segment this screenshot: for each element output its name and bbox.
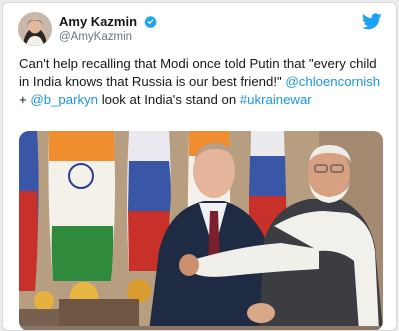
verified-badge-icon xyxy=(143,15,157,28)
tweet-text: Can't help recalling that Modi once told… xyxy=(19,55,387,109)
author-avatar[interactable] xyxy=(18,12,52,46)
tweet-card[interactable]: Amy Kazmin @AmyKazmin Can't help recalli… xyxy=(2,2,397,331)
tweet-body-continued: look at India's stand on xyxy=(101,92,237,107)
author-name[interactable]: Amy Kazmin xyxy=(59,14,157,29)
author-name-text[interactable]: Amy Kazmin xyxy=(59,14,137,29)
twitter-bird-icon[interactable] xyxy=(362,13,382,30)
hashtag-ukrainewar[interactable]: #ukrainewar xyxy=(240,92,312,107)
mention-chloencornish[interactable]: @chloencornish xyxy=(285,74,380,89)
tweet-photo[interactable] xyxy=(19,131,383,330)
mention-b-parkyn[interactable]: @b_parkyn xyxy=(30,92,98,107)
author-handle[interactable]: @AmyKazmin xyxy=(59,31,132,43)
mention-joiner: + xyxy=(19,92,27,107)
